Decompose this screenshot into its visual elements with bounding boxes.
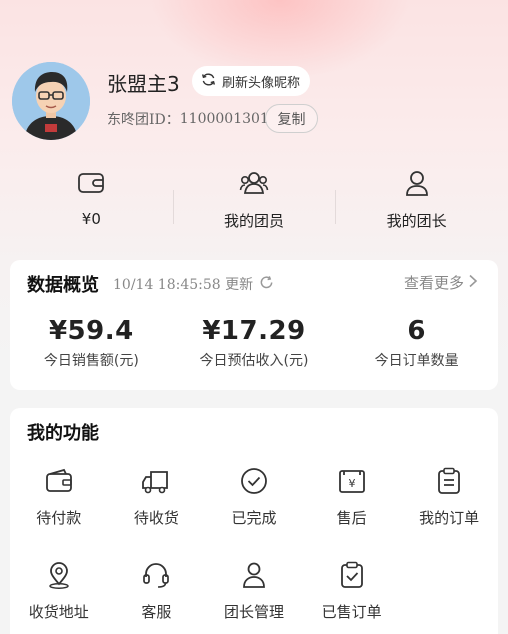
check-circle-icon (239, 466, 269, 500)
data-overview-title: 数据概览 (27, 275, 99, 296)
stat-balance[interactable]: ¥0 (10, 168, 173, 230)
function-shipping-address[interactable]: 收货地址 (10, 560, 108, 622)
function-pending-payment-label: 待付款 (36, 509, 82, 527)
leader-manage-icon (239, 560, 269, 594)
stat-my-leader[interactable]: 我的团长 (335, 168, 498, 230)
metric-orders-value: 6 (407, 316, 426, 346)
function-shipping-address-label: 收货地址 (28, 603, 89, 621)
refresh-button-label: 刷新头像昵称 (222, 75, 301, 91)
username: 张盟主3 (107, 72, 180, 96)
chevron-right-icon (468, 274, 478, 292)
members-icon (239, 168, 269, 202)
function-customer-service-label: 客服 (141, 603, 172, 621)
see-more-link[interactable]: 查看更多 (404, 272, 478, 293)
my-functions-card: 我的功能 待付款 待收货 已完成 ¥ 售后 我的订单 收货地址 客服 团长管理 … (10, 408, 498, 634)
user-id-prefix: 东咚团ID： (107, 112, 180, 128)
wallet-icon (76, 168, 106, 202)
order-clipboard-icon (434, 466, 464, 500)
functions-grid: 待付款 待收货 已完成 ¥ 售后 我的订单 收货地址 客服 团长管理 已售订单 (10, 466, 498, 622)
function-leader-management-label: 团长管理 (223, 603, 284, 621)
delivery-truck-icon (141, 466, 171, 500)
update-time-text: 10/14 18:45:58 更新 (113, 277, 254, 293)
my-functions-title: 我的功能 (27, 423, 99, 444)
function-after-sale-label: 售后 (336, 509, 367, 527)
function-completed-label: 已完成 (231, 509, 277, 527)
function-sold-orders[interactable]: 已售订单 (303, 560, 401, 622)
stats-row: ¥0 我的团员 我的团长 (10, 168, 498, 230)
stat-balance-label: ¥0 (81, 210, 101, 228)
headset-icon (141, 560, 171, 594)
function-my-orders[interactable]: 我的订单 (400, 466, 498, 528)
metric-income-caption: 今日预估收入(元) (199, 353, 309, 369)
metric-income: ¥17.29 今日预估收入(元) (173, 316, 336, 370)
function-pending-payment[interactable]: 待付款 (10, 466, 108, 528)
copy-id-button[interactable]: 复制 (265, 104, 318, 133)
see-more-label: 查看更多 (403, 274, 464, 292)
metric-orders-caption: 今日订单数量 (374, 353, 459, 369)
stat-my-members-label: 我的团员 (224, 212, 285, 230)
pending-payment-icon (44, 466, 74, 500)
metric-sales: ¥59.4 今日销售额(元) (10, 316, 173, 370)
function-completed[interactable]: 已完成 (205, 466, 303, 528)
refresh-icon (201, 72, 216, 91)
leader-icon (402, 168, 432, 202)
sold-order-icon (337, 560, 367, 594)
stat-my-members[interactable]: 我的团员 (172, 168, 336, 230)
function-pending-receipt-label: 待收货 (133, 509, 179, 527)
metric-orders: 6 今日订单数量 (335, 316, 498, 370)
update-time: 10/14 18:45:58 更新 (113, 274, 274, 294)
metric-sales-caption: 今日销售额(元) (43, 353, 139, 369)
function-sold-orders-label: 已售订单 (321, 603, 382, 621)
function-pending-receipt[interactable]: 待收货 (108, 466, 206, 528)
location-pin-icon (44, 560, 74, 594)
refresh-avatar-nickname-button[interactable]: 刷新头像昵称 (192, 66, 311, 96)
function-leader-management[interactable]: 团长管理 (205, 560, 303, 622)
function-customer-service[interactable]: 客服 (108, 560, 206, 622)
user-id-value: 1100001301 (179, 111, 269, 127)
function-my-orders-label: 我的订单 (419, 509, 480, 527)
stat-my-leader-label: 我的团长 (386, 212, 447, 230)
avatar[interactable] (12, 62, 90, 140)
svg-text:¥: ¥ (348, 477, 355, 490)
metric-sales-value: ¥59.4 (48, 316, 134, 346)
function-after-sale[interactable]: ¥ 售后 (303, 466, 401, 528)
user-id-line: 东咚团ID： 1100001301 (107, 109, 269, 129)
after-sale-icon: ¥ (337, 466, 367, 500)
metric-income-value: ¥17.29 (202, 316, 306, 346)
metrics-row: ¥59.4 今日销售额(元) ¥17.29 今日预估收入(元) 6 今日订单数量 (10, 316, 498, 370)
data-overview-card: 数据概览 10/14 18:45:58 更新 查看更多 ¥59.4 今日销售额(… (10, 260, 498, 390)
reload-icon[interactable] (259, 275, 274, 294)
